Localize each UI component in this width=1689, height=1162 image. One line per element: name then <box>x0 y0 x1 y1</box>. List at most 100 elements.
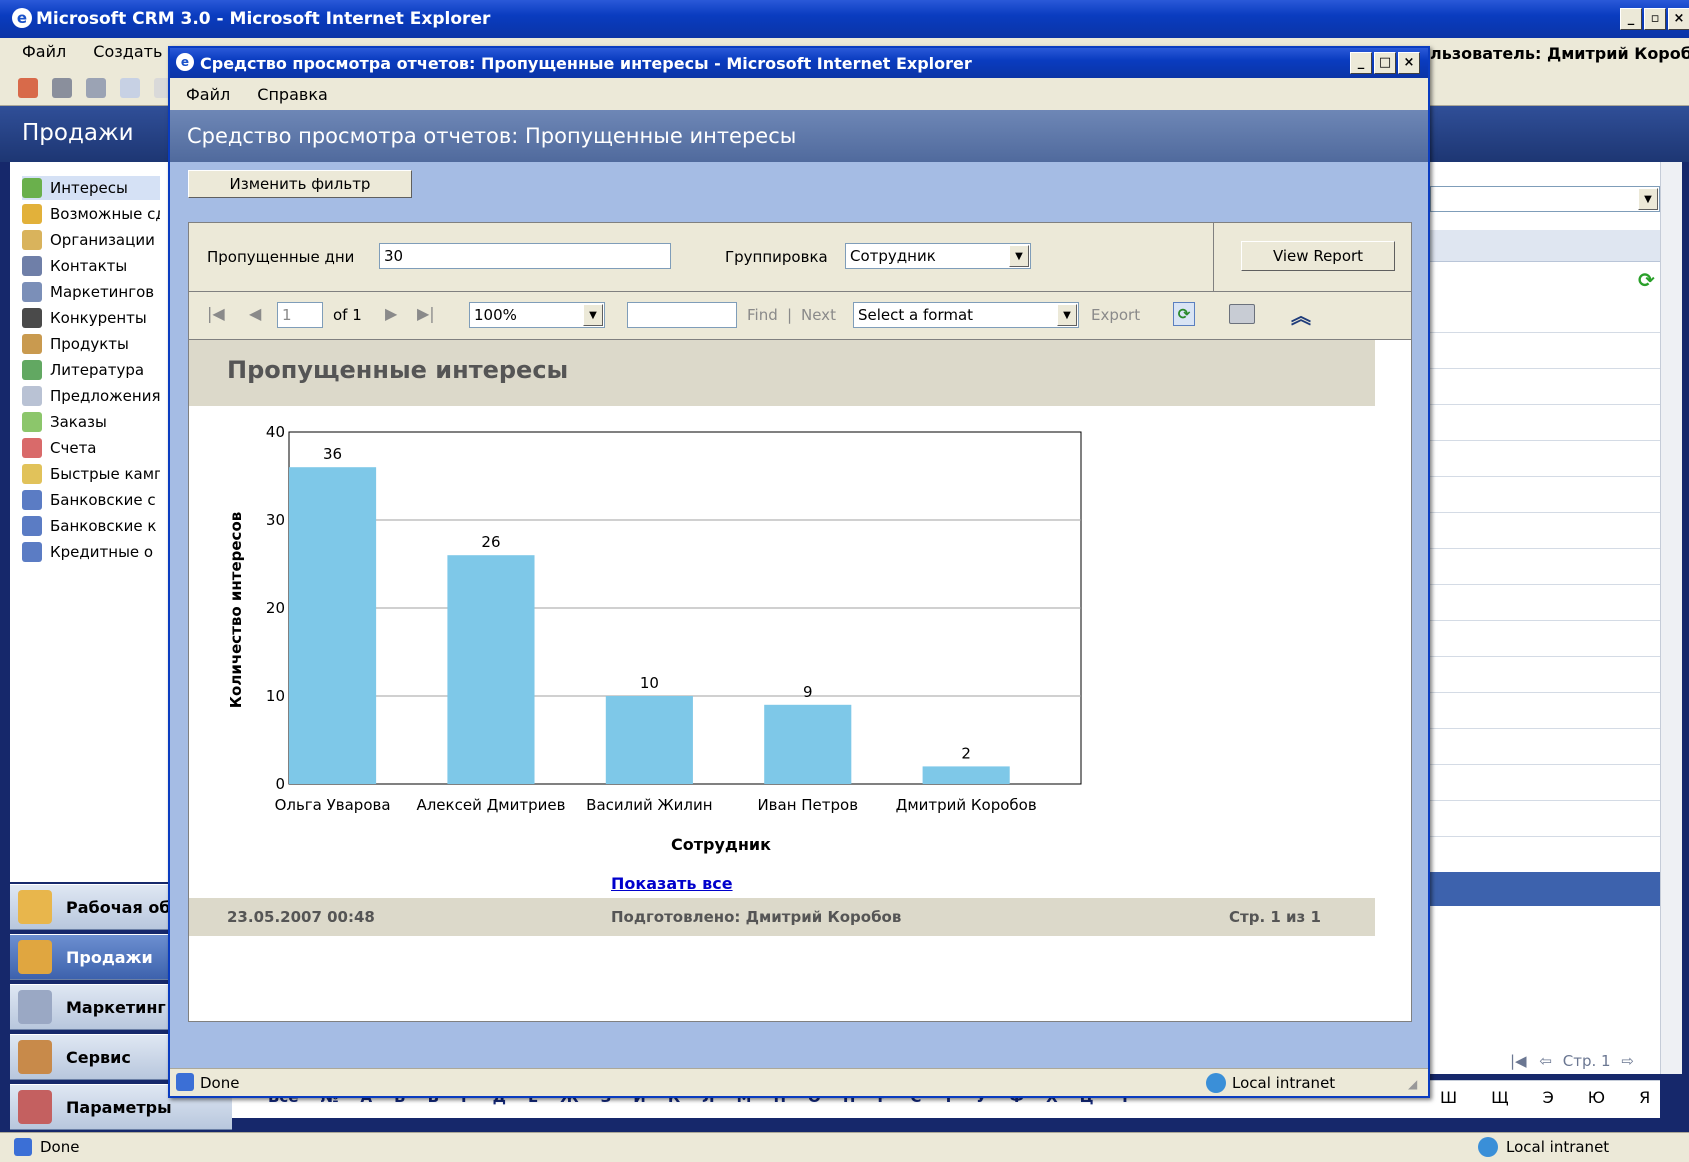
intranet-icon <box>1478 1137 1498 1157</box>
nav-item-orders[interactable]: Заказы <box>22 410 160 434</box>
param-days-input[interactable]: 30 <box>379 243 671 269</box>
nav-item-literature[interactable]: Литература <box>22 358 160 382</box>
data-label: 36 <box>323 445 342 463</box>
campaign-icon <box>22 464 42 484</box>
opportunity-icon <box>22 204 42 224</box>
collapse-params-icon[interactable]: ︽ <box>1291 300 1311 329</box>
leads-icon <box>22 178 42 198</box>
find-input[interactable] <box>627 302 737 328</box>
nav-item-contacts[interactable]: Контакты <box>22 254 160 278</box>
format-arrow-icon: ▼ <box>1057 304 1077 326</box>
bar <box>764 704 852 784</box>
grid-line <box>1430 368 1660 369</box>
outer-title-bar: e Microsoft CRM 3.0 - Microsoft Internet… <box>0 0 1689 38</box>
y-tick-label: 0 <box>275 775 285 793</box>
marketing-list-icon <box>22 282 42 302</box>
phone-icon[interactable] <box>86 78 106 98</box>
nav-item-quotes[interactable]: Предложения <box>22 384 160 408</box>
grid-line <box>1430 512 1660 513</box>
resize-grip-icon[interactable]: ◢ <box>1408 1077 1417 1091</box>
right-scrollbar[interactable] <box>1660 162 1682 1074</box>
view-select-arrow-icon: ▼ <box>1638 188 1658 210</box>
grid-line <box>1430 656 1660 657</box>
popup-menu-bar: Файл Справка <box>170 78 1428 110</box>
nav-item-accounts[interactable]: Организации <box>22 228 160 252</box>
alpha-letter[interactable]: Я <box>1639 1088 1650 1107</box>
popup-minimize-button[interactable]: _ <box>1350 52 1372 74</box>
y-tick-label: 10 <box>266 687 285 705</box>
grid-line <box>1430 836 1660 837</box>
nav-item-credit[interactable]: Кредитные о <box>22 540 160 564</box>
alpha-letter[interactable]: Э <box>1543 1088 1554 1107</box>
refresh-icon[interactable]: ⟳ <box>1638 268 1655 292</box>
outer-zone-text: Local intranet <box>1506 1138 1610 1156</box>
nav-item-opportunities[interactable]: Возможные сд <box>22 202 160 226</box>
outer-status-text: Done <box>40 1138 80 1156</box>
find-link[interactable]: Find <box>747 306 778 324</box>
x-tick-label: Дмитрий Коробов <box>896 796 1037 814</box>
nav-item-competitors[interactable]: Конкуренты <box>22 306 160 330</box>
data-label: 9 <box>803 683 813 701</box>
export-format-select[interactable]: Select a format ▼ <box>853 302 1079 328</box>
first-page-icon[interactable]: |◀ <box>207 304 225 323</box>
y-tick-label: 40 <box>266 423 285 441</box>
outer-maximize-button[interactable]: ▫ <box>1644 8 1666 30</box>
popup-header: Средство просмотра отчетов: Пропущенные … <box>170 110 1428 162</box>
nav-item-quick-campaigns[interactable]: Быстрые камп <box>22 462 160 486</box>
nav-item-marketing[interactable]: Маркетингов <box>22 280 160 304</box>
popup-maximize-button[interactable]: □ <box>1374 52 1396 74</box>
change-filter-button[interactable]: Изменить фильтр <box>188 170 412 198</box>
prev-page-icon[interactable]: ⇦ <box>1539 1052 1552 1070</box>
report-title: Пропущенные интересы <box>227 356 569 384</box>
report-footer-band: 23.05.2007 00:48 Подготовлено: Дмитрий К… <box>189 898 1375 936</box>
popup-close-button[interactable]: × <box>1398 52 1420 74</box>
quote-icon <box>22 386 42 406</box>
task-icon[interactable] <box>18 78 38 98</box>
product-icon <box>22 334 42 354</box>
alpha-letter[interactable]: Ш <box>1440 1088 1457 1107</box>
view-report-button[interactable]: View Report <box>1241 241 1395 271</box>
param-group-label: Группировка <box>725 248 828 266</box>
nav-item-bank-2[interactable]: Банковские к <box>22 514 160 538</box>
nav-item-invoices[interactable]: Счета <box>22 436 160 460</box>
y-axis-label: Количество интересов <box>227 512 245 708</box>
param-group-select[interactable]: Сотрудник ▼ <box>845 243 1031 269</box>
outer-menu-file[interactable]: Файл <box>22 42 66 61</box>
nav-item-leads[interactable]: Интересы <box>22 176 160 200</box>
email-icon[interactable] <box>120 78 140 98</box>
view-select[interactable]: ▼ <box>1430 186 1660 212</box>
next-page-icon[interactable]: ▶ <box>385 304 397 323</box>
export-link[interactable]: Export <box>1091 306 1140 324</box>
popup-menu-help[interactable]: Справка <box>257 85 328 104</box>
grid-selected-row[interactable] <box>1430 872 1660 906</box>
outer-minimize-button[interactable]: _ <box>1620 8 1642 30</box>
custom-entity-icon <box>22 542 42 562</box>
first-page-icon[interactable]: |◀ <box>1510 1052 1527 1070</box>
x-tick-label: Алексей Дмитриев <box>416 796 565 814</box>
prev-page-icon[interactable]: ◀ <box>249 304 261 323</box>
alpha-letter[interactable]: Ю <box>1588 1088 1605 1107</box>
outer-menu-create[interactable]: Создать <box>93 42 162 61</box>
nav-item-bank-1[interactable]: Банковские с <box>22 488 160 512</box>
popup-header-title: Средство просмотра отчетов: Пропущенные … <box>187 124 797 148</box>
grid-line <box>1430 800 1660 801</box>
next-link[interactable]: Next <box>801 306 836 324</box>
show-all-link[interactable]: Показать все <box>611 874 733 893</box>
outer-close-button[interactable]: × <box>1668 8 1689 30</box>
refresh-report-icon[interactable]: ⟳ <box>1173 302 1195 326</box>
fax-icon[interactable] <box>52 78 72 98</box>
service-icon <box>18 1040 52 1074</box>
x-axis-label: Сотрудник <box>671 835 771 854</box>
page-number-input[interactable]: 1 <box>277 302 323 328</box>
alphabet-right: Ш Щ Э Ю Я <box>1440 1088 1650 1107</box>
print-icon[interactable] <box>1229 304 1255 324</box>
alpha-letter[interactable]: Щ <box>1491 1088 1509 1107</box>
popup-menu-file[interactable]: Файл <box>186 85 230 104</box>
grid-line <box>1430 728 1660 729</box>
last-page-icon[interactable]: ▶| <box>417 304 435 323</box>
nav-item-products[interactable]: Продукты <box>22 332 160 356</box>
popup-zone-text: Local intranet <box>1232 1074 1336 1092</box>
zoom-select[interactable]: 100% ▼ <box>469 302 605 328</box>
marketing-icon <box>18 990 52 1024</box>
next-page-icon[interactable]: ⇨ <box>1621 1052 1634 1070</box>
